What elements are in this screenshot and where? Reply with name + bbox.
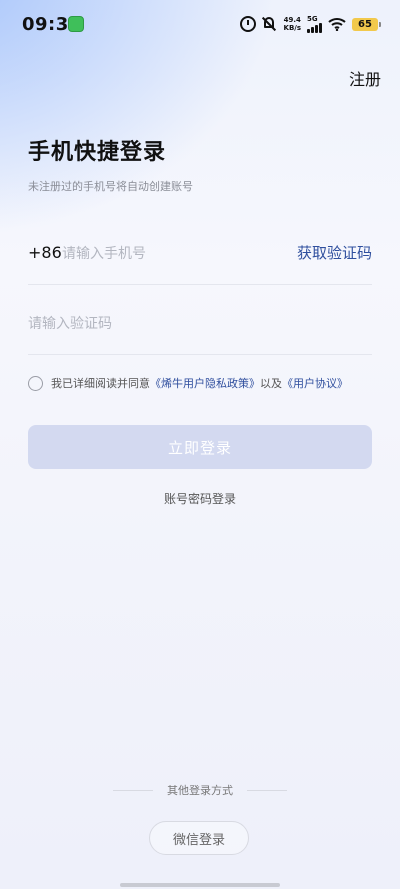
battery-indicator: 65 (352, 17, 381, 31)
code-field-row (28, 300, 372, 355)
other-login-methods-label: 其他登录方式 (167, 784, 233, 797)
verification-code-input[interactable] (28, 313, 328, 335)
signal-bars-icon (307, 22, 322, 33)
password-login-link[interactable]: 账号密码登录 (0, 490, 400, 507)
country-code[interactable]: +86 (28, 243, 62, 262)
page-subtitle: 未注册过的手机号将自动创建账号 (28, 180, 193, 193)
agree-checkbox[interactable] (28, 375, 43, 391)
login-button[interactable]: 立即登录 (28, 425, 372, 469)
status-icons: 49.4 KB/s 5G 65 (239, 14, 381, 34)
agreement-prefix: 我已详细阅读并同意 (51, 377, 150, 390)
wifi-icon (328, 18, 346, 31)
network-speed-unit: KB/s (283, 24, 301, 32)
page-title: 手机快捷登录 (28, 140, 167, 165)
register-link[interactable]: 注册 (349, 66, 381, 90)
wechat-login-button[interactable]: 微信登录 (149, 821, 249, 855)
agreement-row: 我已详细阅读并同意 《烯牛用户隐私政策》 以及 《用户协议》 (28, 375, 378, 391)
signal-label: 5G (307, 14, 318, 23)
other-login-methods-divider: 其他登录方式 (0, 782, 400, 798)
divider-line (247, 789, 287, 791)
home-indicator[interactable] (120, 883, 280, 887)
network-speed: 49.4 KB/s (284, 16, 301, 32)
phone-field-row: +86 获取验证码 (28, 230, 372, 285)
user-agreement-link[interactable]: 《用户协议》 (282, 375, 348, 391)
network-speed-value: 49.4 (283, 16, 301, 24)
mute-icon (261, 16, 278, 32)
divider-line (113, 789, 153, 791)
get-code-button[interactable]: 获取验证码 (297, 242, 372, 263)
status-bar: 09:33 49.4 KB/s 5G 65 (0, 0, 400, 48)
privacy-policy-link[interactable]: 《烯牛用户隐私政策》 (150, 375, 260, 391)
app-notification-icon (68, 16, 84, 32)
alarm-icon (239, 16, 256, 32)
phone-input[interactable] (62, 243, 252, 265)
agreement-conjunction: 以及 (260, 377, 282, 390)
cell-signal: 5G (307, 14, 322, 33)
